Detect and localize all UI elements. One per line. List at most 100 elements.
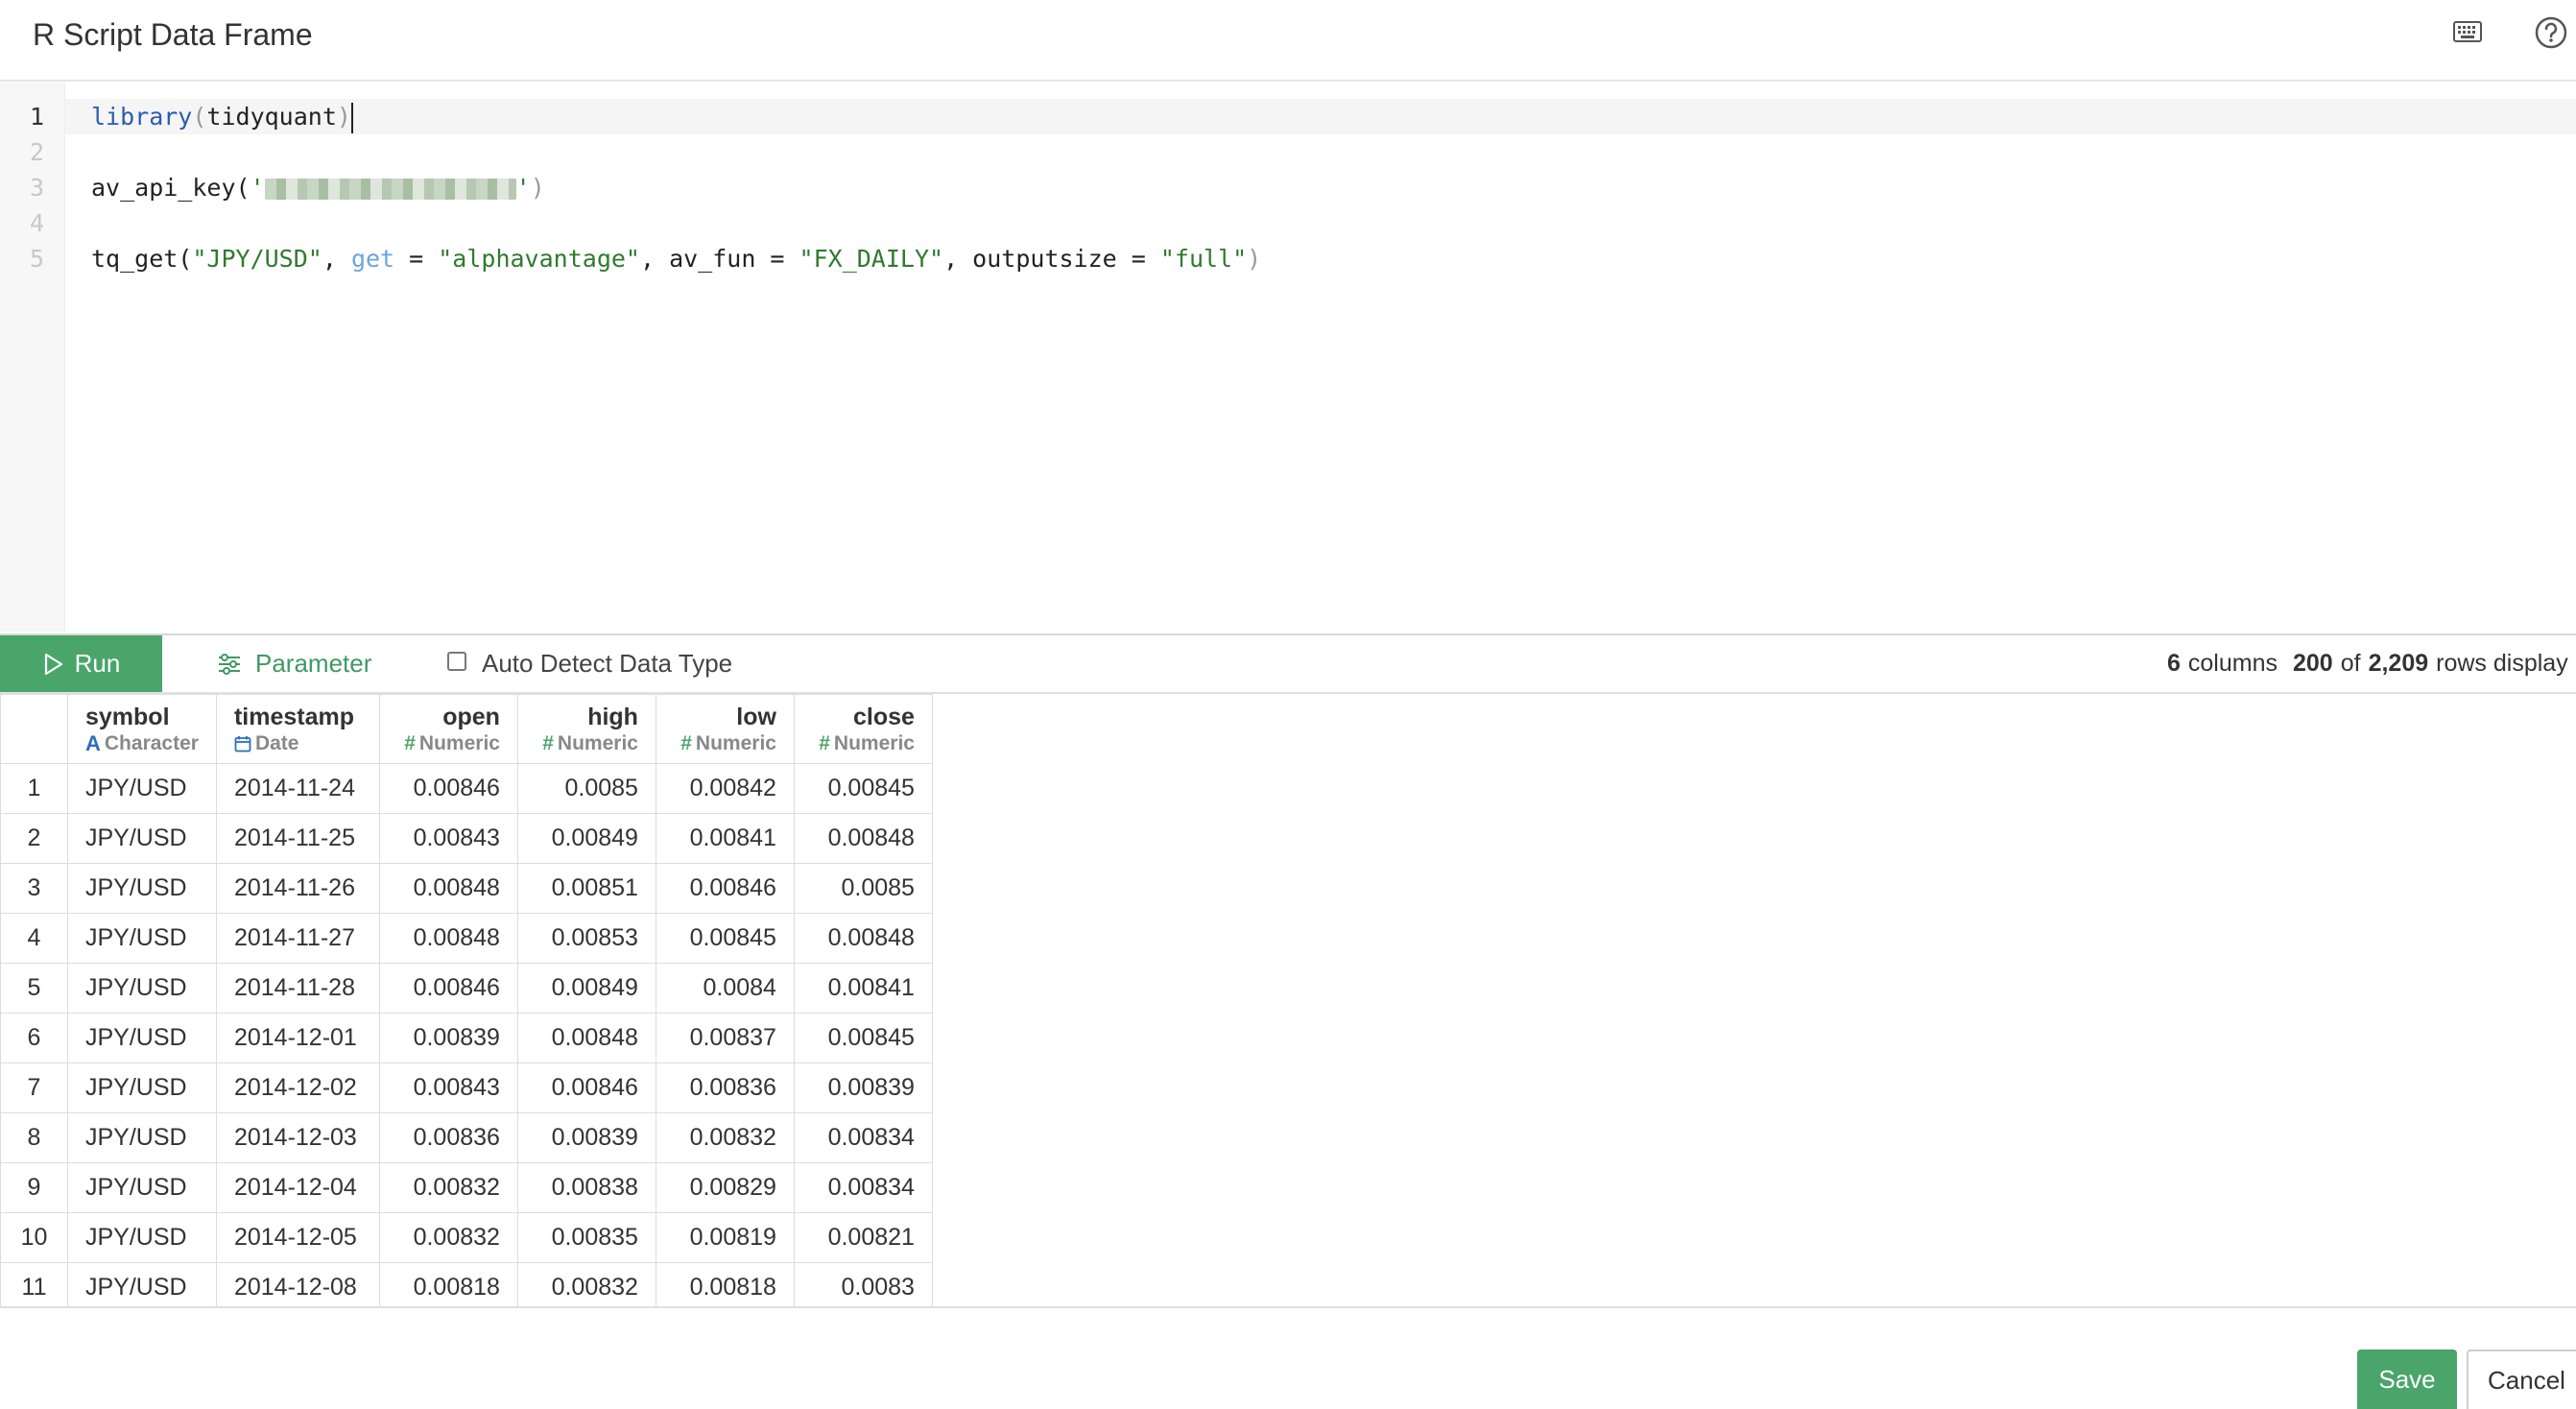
table-cell[interactable]: JPY/USD [67,1212,217,1263]
table-cell[interactable]: 0.00818 [378,1262,518,1306]
help-icon[interactable] [2534,15,2568,50]
table-cell[interactable]: JPY/USD [67,1262,217,1306]
table-row[interactable]: 1 JPY/USD 2014-11-24 0.00846 0.0085 0.00842 0.… [0,763,933,814]
row-number[interactable]: 3 [0,863,68,914]
table-row[interactable]: 8 JPY/USD 2014-12-03 0.00836 0.00839 0.00832 0… [0,1112,933,1163]
column-header-symbol[interactable]: symbol A Character [67,694,217,764]
table-cell[interactable]: 0.0085 [516,763,656,814]
table-cell[interactable]: JPY/USD [67,963,217,1014]
table-cell[interactable]: 2014-12-05 [215,1212,380,1263]
table-cell[interactable]: 0.0084 [655,963,795,1014]
table-cell[interactable]: 0.00843 [378,813,518,864]
table-row[interactable]: 5 JPY/USD 2014-11-28 0.00846 0.00849 0.0084 0.… [0,963,933,1014]
table-cell[interactable]: 0.00853 [516,913,656,964]
table-row[interactable]: 4 JPY/USD 2014-11-27 0.00848 0.00853 0.00845 0… [0,913,933,964]
table-cell[interactable]: 0.00845 [793,763,933,814]
table-cell[interactable]: 2014-11-28 [215,963,380,1014]
table-cell[interactable]: 0.00832 [378,1212,518,1263]
table-cell[interactable]: 0.00829 [655,1162,795,1213]
row-number[interactable]: 6 [0,1013,68,1063]
table-cell[interactable]: JPY/USD [67,1112,217,1163]
table-cell[interactable]: 0.00846 [378,963,518,1014]
code-line-3[interactable]: av_api_key(' ') [91,170,545,205]
table-cell[interactable]: 0.00832 [516,1262,656,1306]
row-number[interactable]: 1 [0,763,68,814]
table-cell[interactable]: 0.00832 [655,1112,795,1163]
table-cell[interactable]: 0.00842 [655,763,795,814]
table-cell[interactable]: 2014-12-01 [215,1013,380,1063]
table-cell[interactable]: 0.00839 [378,1013,518,1063]
auto-detect-toggle[interactable]: Auto Detect Data Type [447,635,732,692]
parameter-button[interactable]: Parameter [217,635,371,692]
cancel-button[interactable]: Cancel [2467,1349,2576,1409]
table-cell[interactable]: 0.00849 [516,813,656,864]
table-cell[interactable]: 0.00846 [655,863,795,914]
table-cell[interactable]: 0.00839 [793,1063,933,1113]
table-cell[interactable]: 2014-12-04 [215,1162,380,1213]
table-cell[interactable]: 0.00839 [516,1112,656,1163]
column-header-open[interactable]: open # Numeric [378,694,518,764]
table-cell[interactable]: 2014-12-02 [215,1063,380,1113]
data-preview-grid[interactable]: symbol A Character timestamp Date open #… [0,694,2576,1308]
table-cell[interactable]: 0.00819 [655,1212,795,1263]
column-header-high[interactable]: high # Numeric [516,694,656,764]
table-cell[interactable]: 0.00818 [655,1262,795,1306]
row-number[interactable]: 11 [0,1262,68,1306]
table-row[interactable]: 7 JPY/USD 2014-12-02 0.00843 0.00846 0.00836 0… [0,1063,933,1113]
table-cell[interactable]: 0.0083 [793,1262,933,1306]
table-cell[interactable]: 2014-11-25 [215,813,380,864]
save-button[interactable]: Save [2357,1349,2457,1409]
table-row[interactable]: 6 JPY/USD 2014-12-01 0.00839 0.00848 0.00837 0… [0,1013,933,1063]
table-cell[interactable]: 0.0085 [793,863,933,914]
table-cell[interactable]: 0.00843 [378,1063,518,1113]
table-cell[interactable]: 0.00836 [655,1063,795,1113]
table-cell[interactable]: 0.00846 [516,1063,656,1113]
column-header-timestamp[interactable]: timestamp Date [215,694,380,764]
table-cell[interactable]: 0.00851 [516,863,656,914]
auto-detect-checkbox[interactable] [447,651,466,671]
table-cell[interactable]: JPY/USD [67,1063,217,1113]
table-cell[interactable]: 0.00846 [378,763,518,814]
column-header-close[interactable]: close # Numeric [793,694,933,764]
row-number[interactable]: 2 [0,813,68,864]
row-number[interactable]: 9 [0,1162,68,1213]
table-row[interactable]: 2 JPY/USD 2014-11-25 0.00843 0.00849 0.00841 0… [0,813,933,864]
code-editor[interactable]: 1 2 3 4 5 library(tidyquant) av_api_key(… [0,83,2576,632]
column-header-low[interactable]: low # Numeric [655,694,795,764]
row-number[interactable]: 5 [0,963,68,1014]
code-line-1[interactable]: library(tidyquant) [91,99,353,134]
table-cell[interactable]: 0.00848 [516,1013,656,1063]
table-cell[interactable]: 0.00837 [655,1013,795,1063]
row-number[interactable]: 7 [0,1063,68,1113]
table-cell[interactable]: 0.00845 [655,913,795,964]
table-cell[interactable]: 0.00832 [378,1162,518,1213]
table-cell[interactable]: 2014-11-24 [215,763,380,814]
keyboard-icon[interactable] [2453,21,2482,42]
row-number[interactable]: 8 [0,1112,68,1163]
table-row[interactable]: 9 JPY/USD 2014-12-04 0.00832 0.00838 0.00829 0… [0,1162,933,1213]
table-cell[interactable]: JPY/USD [67,1162,217,1213]
table-cell[interactable]: 0.00841 [655,813,795,864]
table-cell[interactable]: JPY/USD [67,813,217,864]
table-cell[interactable]: JPY/USD [67,763,217,814]
table-cell[interactable]: 0.00821 [793,1212,933,1263]
table-cell[interactable]: 0.00848 [793,813,933,864]
table-cell[interactable]: 2014-11-27 [215,913,380,964]
table-cell[interactable]: 0.00849 [516,963,656,1014]
table-cell[interactable]: JPY/USD [67,1013,217,1063]
table-cell[interactable]: 0.00834 [793,1112,933,1163]
table-cell[interactable]: 0.00841 [793,963,933,1014]
table-cell[interactable]: 0.00838 [516,1162,656,1213]
table-cell[interactable]: JPY/USD [67,863,217,914]
table-row[interactable]: 10 JPY/USD 2014-12-05 0.00832 0.00835 0.00819… [0,1212,933,1263]
table-row[interactable]: 3 JPY/USD 2014-11-26 0.00848 0.00851 0.00846 0… [0,863,933,914]
table-cell[interactable]: 0.00836 [378,1112,518,1163]
table-cell[interactable]: 0.00848 [378,913,518,964]
run-button[interactable]: Run [0,635,162,692]
table-cell[interactable]: 0.00845 [793,1013,933,1063]
table-cell[interactable]: 0.00834 [793,1162,933,1213]
table-cell[interactable]: 2014-12-08 [215,1262,380,1306]
code-line-5[interactable]: tq_get("JPY/USD", get = "alphavantage", … [91,241,1261,276]
row-number[interactable]: 10 [0,1212,68,1263]
row-number[interactable]: 4 [0,913,68,964]
